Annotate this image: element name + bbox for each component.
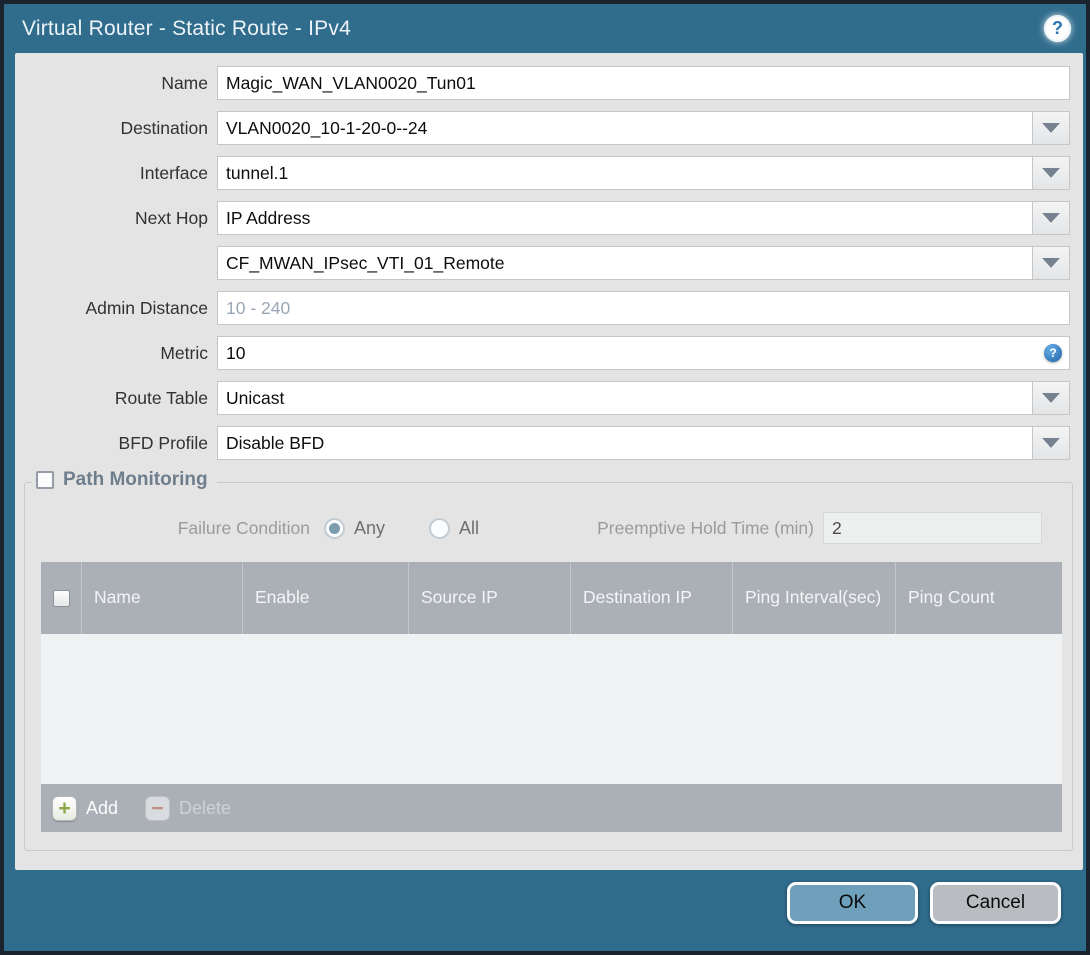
static-route-dialog: Virtual Router - Static Route - IPv4 ? N…	[0, 0, 1090, 955]
table-header-row: Name Enable Source IP Destination IP Pin…	[41, 562, 1062, 634]
path-monitoring-legend: Path Monitoring	[32, 469, 217, 491]
help-icon[interactable]: ?	[1044, 15, 1071, 42]
interface-row: Interface	[15, 156, 1070, 190]
route-table-label: Route Table	[114, 387, 208, 408]
delete-minus-icon: −	[145, 795, 171, 821]
path-monitoring-group: Path Monitoring Failure Condition Any Al…	[24, 469, 1073, 851]
failure-condition-any-radio[interactable]	[324, 517, 345, 539]
next-hop-address-row	[15, 246, 1070, 280]
chevron-down-icon	[1042, 213, 1060, 223]
destination-label: Destination	[120, 117, 208, 138]
bfd-profile-dropdown-button[interactable]	[1032, 426, 1070, 460]
table-action-bar: + Add − Delete	[41, 784, 1062, 832]
name-label: Name	[161, 72, 208, 93]
dialog-titlebar: Virtual Router - Static Route - IPv4 ?	[4, 4, 1086, 53]
chevron-down-icon	[1042, 168, 1060, 178]
select-all-cell	[41, 562, 81, 634]
chevron-down-icon	[1042, 393, 1060, 403]
destination-dropdown-button[interactable]	[1032, 111, 1070, 145]
column-header-ping-count[interactable]: Ping Count	[895, 562, 1062, 634]
chevron-down-icon	[1042, 258, 1060, 268]
add-button-label: Add	[86, 797, 119, 818]
column-header-source-ip[interactable]: Source IP	[408, 562, 570, 634]
next-hop-address-dropdown-button[interactable]	[1032, 246, 1070, 280]
preemptive-hold-time-input[interactable]	[823, 512, 1042, 544]
path-monitoring-title: Path Monitoring	[63, 469, 208, 490]
add-button[interactable]: + Add	[52, 795, 119, 821]
ok-button[interactable]: OK	[787, 882, 918, 924]
metric-row: Metric ?	[15, 336, 1070, 370]
delete-button-label: Delete	[179, 797, 232, 818]
failure-condition-all-radio[interactable]	[429, 517, 451, 539]
interface-dropdown-button[interactable]	[1032, 156, 1070, 190]
chevron-down-icon	[1042, 438, 1060, 448]
bfd-profile-input[interactable]	[217, 426, 1033, 460]
destination-input[interactable]	[217, 111, 1033, 145]
route-table-row: Route Table	[15, 381, 1070, 415]
select-all-checkbox[interactable]	[52, 589, 70, 607]
bfd-profile-row: BFD Profile	[15, 426, 1070, 460]
failure-condition-label: Failure Condition	[177, 517, 310, 538]
failure-condition-any-label: Any	[354, 517, 386, 538]
column-header-ping-interval[interactable]: Ping Interval(sec)	[732, 562, 895, 634]
column-header-enable[interactable]: Enable	[242, 562, 408, 634]
metric-label: Metric	[160, 342, 208, 363]
table-body-empty	[41, 634, 1062, 784]
preemptive-hold-time-label: Preemptive Hold Time (min)	[597, 517, 814, 538]
name-row: Name	[15, 66, 1070, 100]
path-monitoring-table: Name Enable Source IP Destination IP Pin…	[41, 562, 1062, 832]
next-hop-row: Next Hop	[15, 201, 1070, 235]
destination-row: Destination	[15, 111, 1070, 145]
dialog-title: Virtual Router - Static Route - IPv4	[22, 16, 351, 40]
next-hop-address-input[interactable]	[217, 246, 1033, 280]
failure-condition-all-label: All	[459, 517, 480, 538]
next-hop-type-input[interactable]	[217, 201, 1033, 235]
add-plus-icon: +	[52, 795, 77, 821]
column-header-destination-ip[interactable]: Destination IP	[570, 562, 732, 634]
admin-distance-label: Admin Distance	[85, 297, 208, 318]
metric-help-icon[interactable]: ?	[1044, 344, 1062, 362]
interface-input[interactable]	[217, 156, 1033, 190]
failure-condition-row: Failure Condition Any All Preemptive Hol…	[25, 483, 1072, 546]
route-table-input[interactable]	[217, 381, 1033, 415]
path-monitoring-checkbox[interactable]	[36, 471, 54, 489]
cancel-button[interactable]: Cancel	[930, 882, 1061, 924]
delete-button[interactable]: − Delete	[145, 795, 232, 821]
name-input[interactable]	[217, 66, 1070, 100]
metric-input[interactable]	[217, 336, 1070, 370]
column-header-name[interactable]: Name	[81, 562, 242, 634]
bfd-profile-label: BFD Profile	[118, 432, 208, 453]
next-hop-dropdown-button[interactable]	[1032, 201, 1070, 235]
interface-label: Interface	[139, 162, 208, 183]
route-table-dropdown-button[interactable]	[1032, 381, 1070, 415]
dialog-body: Name Destination Interface	[15, 53, 1083, 870]
admin-distance-input[interactable]	[217, 291, 1070, 325]
next-hop-label: Next Hop	[135, 207, 208, 228]
admin-distance-row: Admin Distance	[15, 291, 1070, 325]
chevron-down-icon	[1042, 123, 1060, 133]
